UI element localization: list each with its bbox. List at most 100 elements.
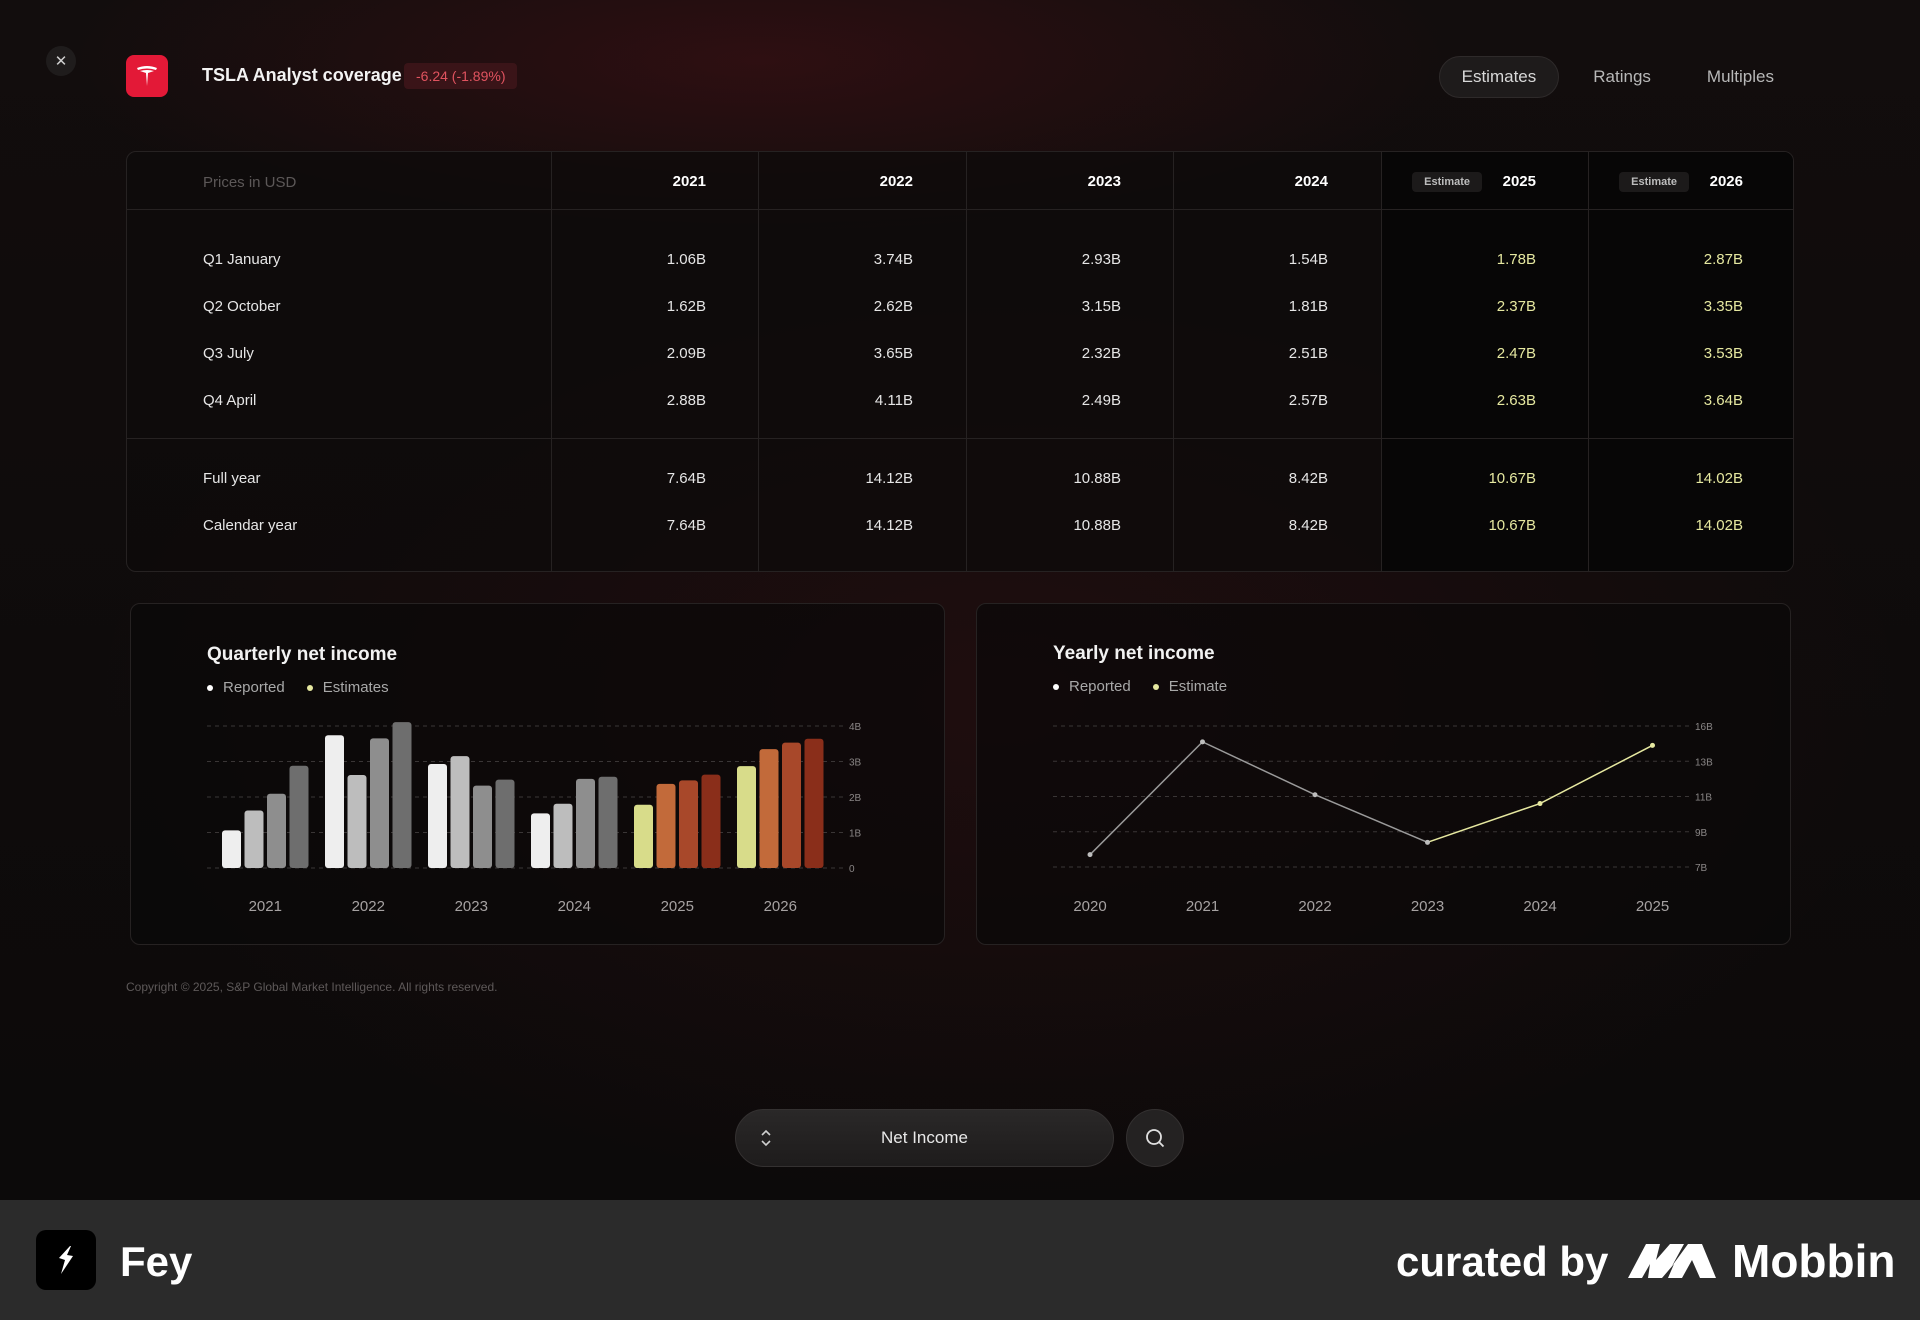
estimate-badge: Estimate [1412,172,1482,192]
table-cell: 14.12B [865,517,913,534]
table-cell: 10.67B [1488,517,1536,534]
year-header: 2022 [879,173,913,190]
x-tick-label: 2021 [1186,898,1219,915]
mobbin-logo-icon [1628,1244,1716,1278]
bar [244,810,264,868]
bar [656,783,676,868]
table-cell: 2.93B [1081,251,1121,268]
y-tick-label: 11B [1695,793,1712,804]
metric-selector[interactable]: Net Income [735,1109,1114,1167]
bar [576,778,595,868]
bar [370,738,389,868]
bar [450,756,470,868]
year-header: 2025 [1502,173,1536,190]
bar [473,785,492,868]
bar [531,813,550,868]
table-cell: 4.11B [874,392,913,409]
tab-multiples[interactable]: Multiples [1685,56,1796,98]
table-cell: 2.87B [1703,251,1743,268]
table-cell: 3.74B [873,251,913,268]
table-cell: 8.42B [1288,517,1328,534]
table-cell: 2.09B [666,345,706,362]
bar [634,804,653,868]
data-point [1087,852,1093,858]
table-cell: 3.15B [1081,298,1121,315]
close-button[interactable]: ✕ [46,46,76,76]
table-cell: 1.54B [1288,251,1328,268]
x-tick-label: 2022 [1298,898,1331,915]
column-divider [966,152,967,571]
data-point [1537,801,1543,807]
year-header: 2023 [1087,173,1121,190]
table-cell: 14.02B [1695,517,1743,534]
year-header: 2021 [672,173,706,190]
view-tabs: Estimates Ratings Multiples [1438,56,1796,98]
row-label: Q4 April [203,392,257,409]
bar [289,765,309,868]
year-header: 2024 [1294,173,1328,190]
estimates-table: Prices in USD 2021 2022 2023 2024 2025 Estima… [126,151,1794,572]
x-tick-label: 2023 [455,898,488,915]
x-tick-label: 2020 [1073,898,1106,915]
x-tick-label: 2021 [249,898,282,915]
footer-bar: Fey curated by Mobbin [0,1200,1920,1320]
bar [267,793,286,868]
y-tick-label: 4B [849,722,862,733]
x-tick-label: 2024 [558,898,591,915]
x-tick-label: 2026 [764,898,797,915]
y-tick-label: 7B [1695,863,1708,874]
table-cell: 7.64B [666,517,706,534]
bar [325,735,344,868]
y-tick-label: 16B [1695,722,1713,733]
bar [428,763,447,868]
y-tick-label: 9B [1695,828,1708,839]
x-tick-label: 2022 [352,898,385,915]
bar [782,742,801,868]
metric-selector-label: Net Income [881,1128,968,1147]
x-tick-label: 2025 [661,898,694,915]
quarterly-chart-plot: 0 1B 2B 3B 4B 2021 2022 2023 2024 2025 2026 [207,722,862,915]
column-divider [758,152,759,571]
column-divider [1173,152,1174,571]
table-cell: 2.88B [666,392,706,409]
bar [347,774,367,868]
data-point [1425,839,1430,845]
row-label: Q3 July [203,345,254,362]
bar [679,780,698,868]
yearly-chart-plot: 7B 9B 11B 13B 16B 2020 2021 2022 2023 2024 2025 [1053,722,1713,915]
table-cell: 2.37B [1496,298,1536,315]
bar [392,722,412,868]
chevron-up-down-icon [760,1128,772,1148]
curated-by-label: curated by [1396,1238,1609,1285]
tab-estimates[interactable]: Estimates [1438,56,1560,98]
table-cell: 2.57B [1288,392,1328,409]
table-cell: 14.02B [1695,470,1743,487]
row-label: Calendar year [203,517,298,534]
table-cell: 10.88B [1073,470,1121,487]
table-cell: 2.62B [873,298,913,315]
y-tick-label: 0 [849,864,855,875]
table-cell: 2.63B [1496,392,1536,409]
brand-name: Mobbin [1732,1235,1896,1287]
units-label: Prices in USD [203,174,297,191]
table-cell: 2.32B [1081,345,1121,362]
bar [759,749,779,868]
data-point [1312,792,1318,798]
table-cell: 10.88B [1073,517,1121,534]
x-tick-label: 2024 [1523,898,1556,915]
bar [804,738,824,868]
bar [222,830,241,868]
table-cell: 3.65B [873,345,913,362]
table-cell: 3.35B [1703,298,1743,315]
table-cell: 1.81B [1288,298,1328,315]
tab-ratings[interactable]: Ratings [1571,56,1673,98]
header-divider [127,209,1793,210]
table-cell: 8.42B [1288,470,1328,487]
table-cell: 3.53B [1703,345,1743,362]
tesla-logo-icon [126,55,168,97]
fey-logo-icon [36,1230,96,1290]
row-label: Q2 October [203,298,281,315]
search-button[interactable] [1126,1109,1184,1167]
quarterly-net-income-chart: Quarterly net income Reported Estimates … [130,603,945,945]
price-change-badge: -6.24 (-1.89%) [404,63,518,89]
